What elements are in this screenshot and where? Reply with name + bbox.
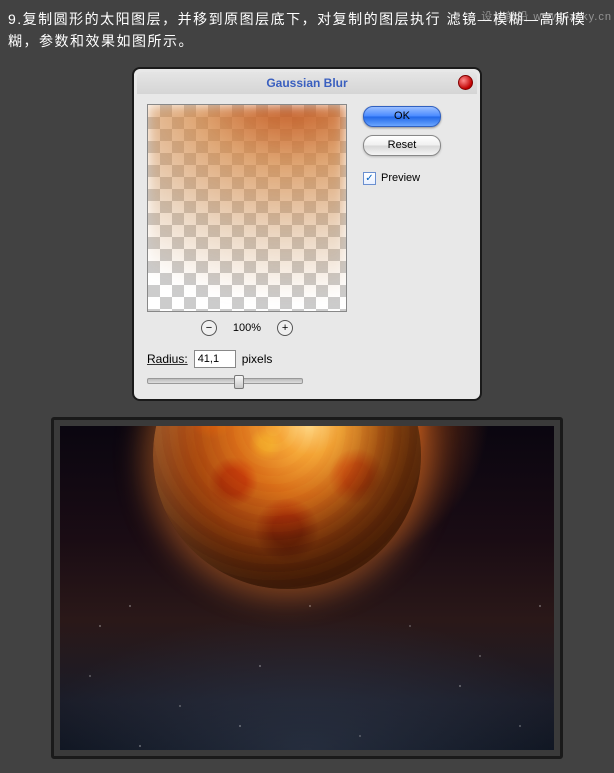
dialog-title: Gaussian Blur	[266, 76, 347, 90]
preview-image	[147, 104, 347, 312]
watermark: 设计前沿 wwwwzsky.cn	[481, 8, 612, 24]
radius-slider-wrap	[137, 378, 477, 396]
result-image	[60, 426, 554, 750]
zoom-controls: − 100% +	[147, 320, 347, 336]
preview-label: Preview	[381, 172, 420, 184]
ok-button[interactable]: OK	[363, 106, 441, 127]
radius-slider[interactable]	[147, 378, 303, 384]
dialog-body: − 100% + OK Reset ✓ Preview	[137, 94, 477, 346]
radius-label: Radius:	[147, 352, 188, 366]
gaussian-blur-dialog: Gaussian Blur − 100% + OK Reset ✓ Previe…	[132, 67, 482, 401]
close-icon[interactable]	[458, 75, 473, 90]
zoom-in-button[interactable]: +	[277, 320, 293, 336]
controls-panel: OK Reset ✓ Preview	[363, 104, 467, 336]
preview-panel: − 100% +	[147, 104, 347, 336]
radius-row: Radius: pixels	[137, 346, 477, 378]
result-panel	[51, 417, 563, 759]
radius-input[interactable]	[194, 350, 236, 368]
slider-thumb[interactable]	[234, 375, 244, 389]
dialog-titlebar: Gaussian Blur	[137, 72, 477, 94]
radius-unit: pixels	[242, 352, 273, 366]
reset-button[interactable]: Reset	[363, 135, 441, 156]
zoom-level: 100%	[233, 322, 261, 334]
preview-checkbox-row: ✓ Preview	[363, 172, 467, 185]
zoom-out-button[interactable]: −	[201, 320, 217, 336]
preview-checkbox[interactable]: ✓	[363, 172, 376, 185]
